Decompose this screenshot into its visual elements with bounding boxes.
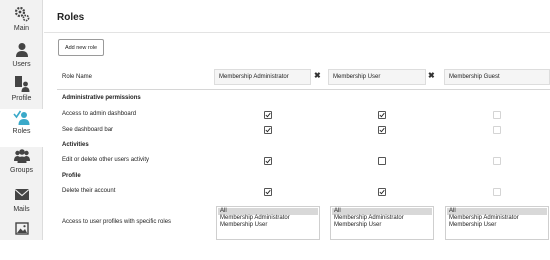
select-option[interactable]: Membership Administrator: [332, 215, 432, 222]
select-option[interactable]: All: [332, 208, 432, 215]
sidebar-item-label: Roles: [12, 128, 31, 135]
add-role-button[interactable]: Add new role: [58, 39, 104, 56]
profile-icon: [14, 76, 29, 92]
sidebar-item-label: Main: [13, 25, 30, 32]
check-icon: [265, 127, 271, 133]
section-title-profile: Profile: [62, 173, 81, 179]
sidebar-item-groups[interactable]: Groups: [0, 148, 43, 186]
image-icon: [14, 222, 29, 235]
groups-icon: [13, 149, 30, 163]
sidebar-item-users[interactable]: Users: [0, 42, 43, 80]
select-option[interactable]: Membership Administrator: [447, 215, 547, 222]
permission-checkbox-disabled: [493, 126, 501, 134]
role-name-input-user[interactable]: Membership User: [328, 69, 426, 85]
sidebar-item-label: Profile: [11, 95, 32, 102]
profiles-access-select-user[interactable]: All Membership Administrator Membership …: [330, 206, 434, 240]
permission-label: Access to admin dashboard: [62, 111, 137, 117]
mail-icon: [14, 189, 29, 200]
permission-label: Edit or delete other users activity: [62, 157, 150, 163]
permission-checkbox[interactable]: [264, 111, 272, 119]
check-icon: [379, 127, 385, 133]
divider: [44, 32, 550, 33]
section-title-administrative: Administrative permissions: [62, 95, 141, 101]
select-option[interactable]: All: [447, 208, 547, 215]
permission-checkbox-disabled: [493, 188, 501, 196]
check-icon: [265, 158, 271, 164]
permission-checkbox[interactable]: [378, 126, 386, 134]
sidebar-item-mails[interactable]: Mails: [0, 187, 43, 225]
permission-checkbox[interactable]: [378, 157, 386, 165]
roles-icon: [12, 110, 29, 125]
profiles-access-select-guest[interactable]: All Membership Administrator Membership …: [445, 206, 549, 240]
check-icon: [265, 189, 271, 195]
permission-label: Access to user profiles with specific ro…: [62, 219, 172, 225]
sidebar: Main Users Profile Roles Groups Mails: [0, 0, 43, 240]
permission-checkbox-disabled: [493, 157, 501, 165]
select-option[interactable]: Membership User: [218, 222, 318, 229]
select-option[interactable]: Membership Administrator: [218, 215, 318, 222]
role-name-input-guest[interactable]: Membership Guest: [444, 69, 550, 85]
select-option[interactable]: Membership User: [332, 222, 432, 229]
delete-role-icon[interactable]: ✖: [428, 71, 435, 81]
permission-label: See dashboard bar: [62, 127, 114, 133]
role-name-input-administrator[interactable]: Membership Administrator: [214, 69, 311, 85]
permission-checkbox[interactable]: [264, 157, 272, 165]
delete-role-icon[interactable]: ✖: [314, 71, 321, 81]
sidebar-item-label: Users: [12, 61, 31, 68]
page-title: Roles: [57, 12, 85, 23]
role-name-header: Role Name: [62, 74, 93, 80]
table-header-divider: [57, 89, 550, 90]
select-option[interactable]: All: [218, 208, 318, 215]
check-icon: [379, 112, 385, 118]
sidebar-item-label: Mails: [13, 206, 30, 213]
permission-checkbox[interactable]: [264, 188, 272, 196]
gears-icon: [14, 6, 29, 22]
sidebar-item-main[interactable]: Main: [0, 6, 43, 44]
select-option[interactable]: Membership User: [447, 222, 547, 229]
main-content: Roles Add new role Role Name Membership …: [44, 0, 550, 240]
section-title-activities: Activities: [62, 142, 89, 148]
user-icon: [15, 43, 28, 57]
permission-checkbox[interactable]: [378, 188, 386, 196]
sidebar-item-media[interactable]: [0, 222, 43, 260]
check-icon: [265, 112, 271, 118]
sidebar-item-label: Groups: [10, 167, 33, 174]
permission-checkbox-disabled: [493, 111, 501, 119]
check-icon: [379, 189, 385, 195]
profiles-access-select-administrator[interactable]: All Membership Administrator Membership …: [216, 206, 320, 240]
permission-checkbox[interactable]: [378, 111, 386, 119]
permission-checkbox[interactable]: [264, 126, 272, 134]
sidebar-item-roles[interactable]: Roles: [0, 109, 43, 147]
permission-label: Delete their account: [62, 188, 116, 194]
